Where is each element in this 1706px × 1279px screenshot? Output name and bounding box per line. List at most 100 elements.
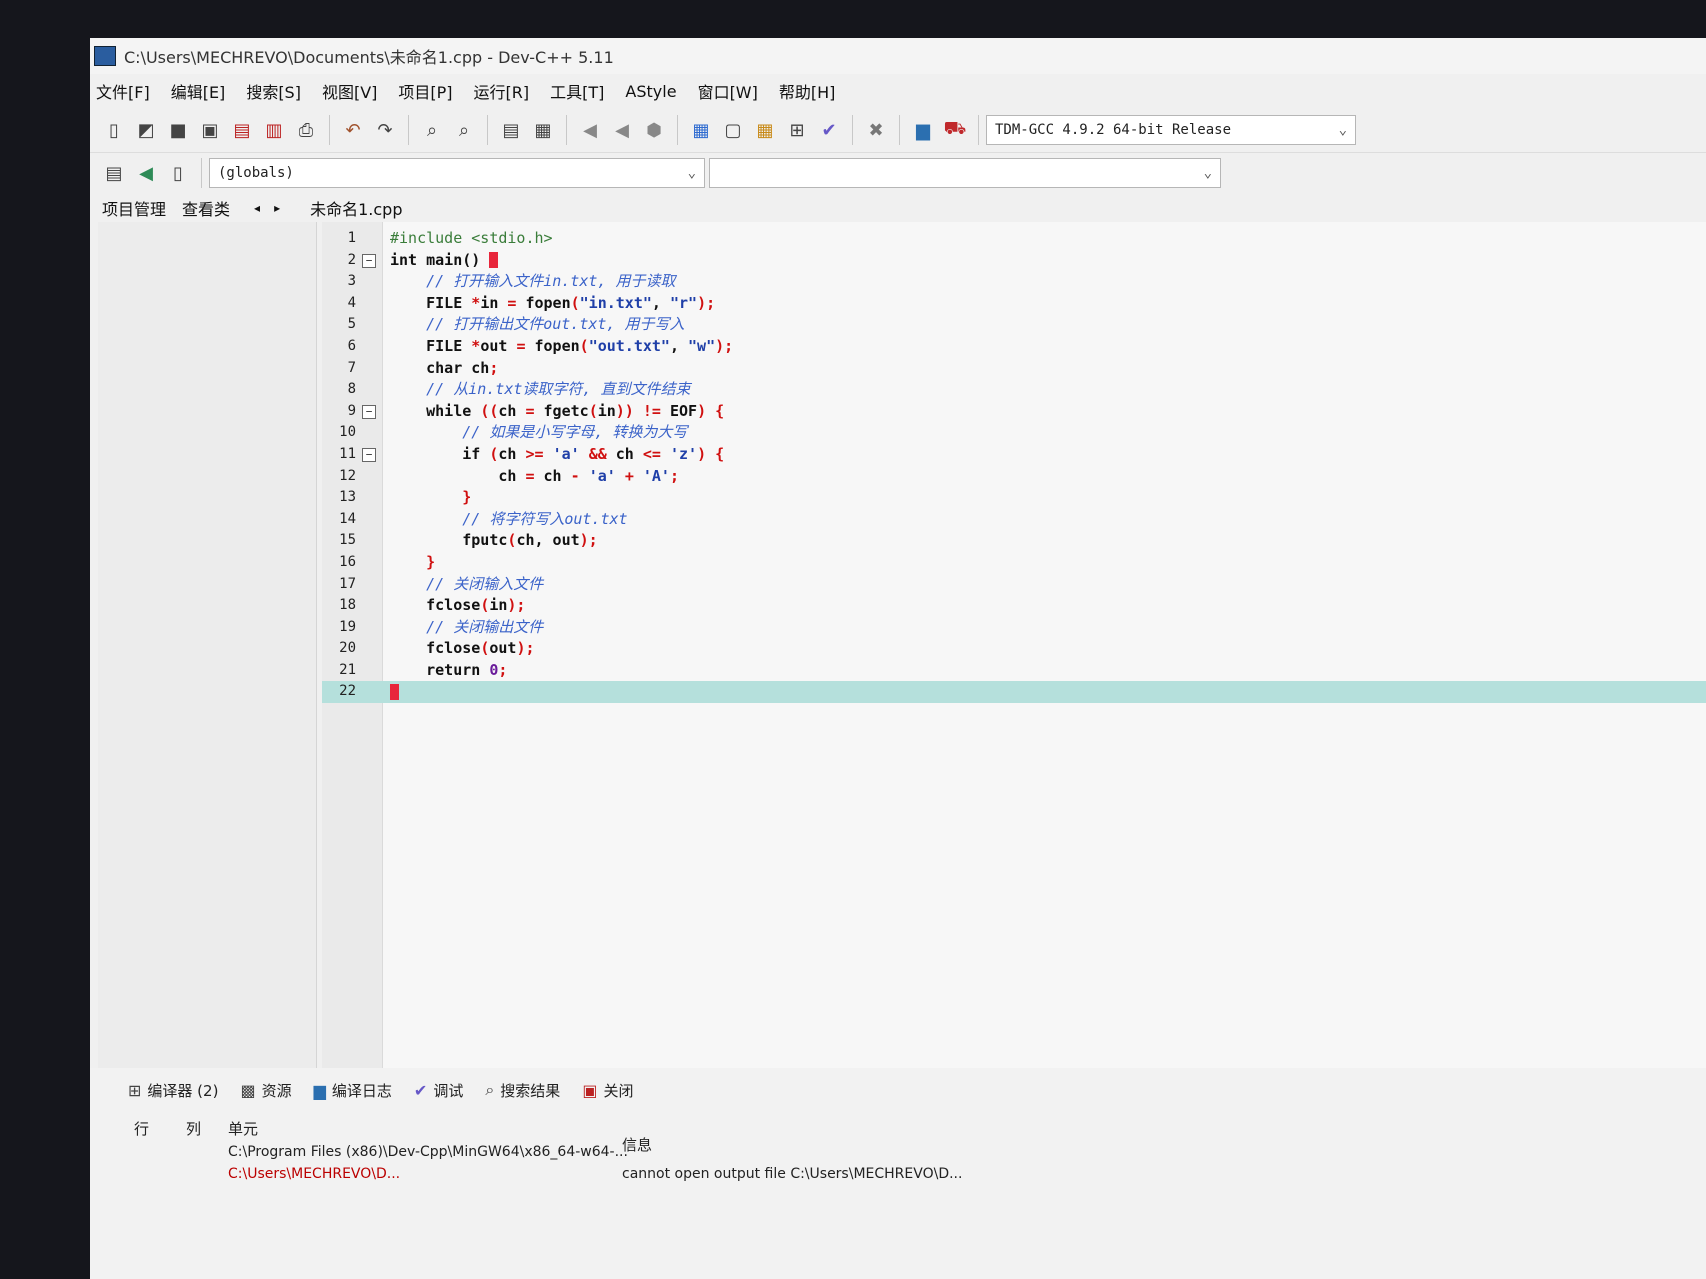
message-unit: C:\Program Files (x86)\Dev-Cpp\MinGW64\x… <box>228 1144 628 1160</box>
bookmark-icon[interactable]: ⬢ <box>641 117 667 143</box>
devcpp-window: C:\Users\MECHREVO\Documents\未命名1.cpp - D… <box>90 38 1706 1279</box>
title-bar: C:\Users\MECHREVO\Documents\未命名1.cpp - D… <box>90 38 1706 74</box>
tab-close[interactable]: ▣ 关闭 <box>582 1080 633 1101</box>
code-line: 10 // 如果是小写字母, 转换为大写 <box>322 422 1706 444</box>
new-file-icon[interactable]: ▯ <box>101 117 127 143</box>
open-file-icon[interactable]: ◩ <box>133 117 159 143</box>
stop-icon[interactable]: ✖ <box>863 117 889 143</box>
replace-icon[interactable]: ⌕ <box>451 117 477 143</box>
chevron-down-icon: ⌄ <box>687 165 696 181</box>
code-line: 15 fputc(ch, out); <box>322 530 1706 552</box>
insert-icon[interactable]: ▤ <box>101 160 127 186</box>
tab-compiler[interactable]: ⊞ 编译器 (2) <box>128 1080 218 1101</box>
code-editor[interactable]: 1 #include <stdio.h> 2− int main() 3 // 打开… <box>322 222 1706 1068</box>
chevron-down-icon: ⌄ <box>1203 165 1212 181</box>
save-icon[interactable]: ■ <box>165 117 191 143</box>
resources-icon: ▩ <box>240 1080 256 1100</box>
workspace: 1 #include <stdio.h> 2− int main() 3 // 打开… <box>90 222 1706 1068</box>
line-number: 16 <box>339 553 356 570</box>
compile-icon[interactable]: ▦ <box>688 117 714 143</box>
menu-run[interactable]: 运行[R] <box>474 79 530 103</box>
line-number: 9 <box>347 402 356 419</box>
code-line: 2− int main() <box>322 250 1706 272</box>
panel-tab-row: 项目管理 查看类 ◂ ▸ 未命名1.cpp <box>90 193 1706 223</box>
tab-search-results[interactable]: ⌕ 搜索结果 <box>485 1080 560 1101</box>
message-row[interactable]: C:\Program Files (x86)\Dev-Cpp\MinGW64\x… <box>90 1144 1706 1166</box>
menu-project[interactable]: 项目[P] <box>398 79 452 103</box>
unindent-icon[interactable]: ▦ <box>530 117 556 143</box>
line-number: 17 <box>339 575 356 592</box>
forward-icon[interactable]: ◀ <box>609 117 635 143</box>
line-number: 18 <box>339 597 356 614</box>
close-file-icon[interactable]: ▤ <box>229 117 255 143</box>
line-number: 5 <box>347 316 356 333</box>
menu-edit[interactable]: 编辑[E] <box>171 79 226 103</box>
redo-icon[interactable]: ↷ <box>372 117 398 143</box>
print-icon[interactable]: ⎙ <box>293 117 319 143</box>
code-line: 1 #include <stdio.h> <box>322 228 1706 250</box>
menu-view[interactable]: 视图[V] <box>322 79 377 103</box>
app-icon <box>94 46 116 66</box>
tab-classes[interactable]: 查看类 <box>182 196 230 220</box>
line-number: 4 <box>347 294 356 311</box>
back-icon[interactable]: ◀ <box>577 117 603 143</box>
menu-astyle[interactable]: AStyle <box>625 82 676 101</box>
debug-icon[interactable]: ⛟ <box>942 117 968 143</box>
secondary-toolbar: ▤ ◀ ▯ (globals) ⌄ ⌄ <box>90 153 1706 193</box>
close-all-icon[interactable]: ▥ <box>261 117 287 143</box>
tab-prev-arrow[interactable]: ◂ <box>254 201 260 215</box>
message-row[interactable]: C:\Users\MECHREVO\D... cannot open outpu… <box>90 1166 1706 1188</box>
scope-select[interactable]: (globals) ⌄ <box>209 158 705 188</box>
tab-search-results-label: 搜索结果 <box>500 1081 561 1100</box>
indent-icon[interactable]: ▤ <box>498 117 524 143</box>
run-icon[interactable]: ▢ <box>720 117 746 143</box>
fold-toggle[interactable]: − <box>362 253 376 268</box>
toolbar-separator <box>487 115 488 145</box>
line-number: 1 <box>347 230 356 246</box>
fold-toggle[interactable]: − <box>362 404 376 419</box>
tab-resources[interactable]: ▩ 资源 <box>240 1080 291 1101</box>
fold-toggle[interactable]: − <box>362 447 376 462</box>
compiler-select[interactable]: TDM-GCC 4.9.2 64-bit Release ⌄ <box>986 115 1356 145</box>
tab-project[interactable]: 项目管理 <box>102 196 166 220</box>
menu-search[interactable]: 搜索[S] <box>246 79 301 103</box>
message-list: C:\Program Files (x86)\Dev-Cpp\MinGW64\x… <box>90 1144 1706 1188</box>
toggle-bookmark-icon[interactable]: ◀ <box>133 160 159 186</box>
menu-tools[interactable]: 工具[T] <box>550 79 604 103</box>
code-line: 7 char ch; <box>322 358 1706 380</box>
message-headers: 行 列 单元 信息 <box>90 1112 1706 1154</box>
compile-run-icon[interactable]: ▦ <box>752 117 778 143</box>
rebuild-icon[interactable]: ⊞ <box>784 117 810 143</box>
tab-debug-label: 调试 <box>433 1081 464 1100</box>
code-line: 6 FILE *out = fopen("out.txt", "w"); <box>322 336 1706 358</box>
line-number: 21 <box>339 661 356 678</box>
goto-bookmark-icon[interactable]: ▯ <box>165 160 191 186</box>
tab-compiler-label: 编译器 (2) <box>147 1081 219 1100</box>
toolbar-separator <box>677 115 678 145</box>
menu-window[interactable]: 窗口[W] <box>698 79 758 103</box>
code-line: 16 } <box>322 552 1706 574</box>
line-number: 14 <box>339 510 356 527</box>
undo-icon[interactable]: ↶ <box>340 117 366 143</box>
line-number: 8 <box>347 381 356 398</box>
toolbar-separator <box>852 115 853 145</box>
profile-icon[interactable]: ▆ <box>910 117 936 143</box>
tab-compile-log[interactable]: ▆ 编译日志 <box>314 1080 392 1101</box>
tab-debug[interactable]: ✔ 调试 <box>414 1080 463 1101</box>
line-number: 22 <box>339 683 356 700</box>
code-line: 5 // 打开输出文件out.txt, 用于写入 <box>322 314 1706 336</box>
menu-file[interactable]: 文件[F] <box>96 79 150 103</box>
editor-file-tab[interactable]: 未命名1.cpp <box>310 196 402 220</box>
syntax-check-icon[interactable]: ✔ <box>816 117 842 143</box>
menu-help[interactable]: 帮助[H] <box>779 79 836 103</box>
tab-next-arrow[interactable]: ▸ <box>274 201 280 215</box>
menu-bar: 文件[F] 编辑[E] 搜索[S] 视图[V] 项目[P] 运行[R] 工具[T… <box>90 74 1706 108</box>
find-icon[interactable]: ⌕ <box>419 117 445 143</box>
message-panel: ⊞ 编译器 (2) ▩ 资源 ▆ 编译日志 ✔ 调试 ⌕ 搜索结果 ▣ 关闭 行 列 单元 … <box>90 1068 1706 1279</box>
member-select[interactable]: ⌄ <box>709 158 1221 188</box>
code-line: 11− if (ch >= 'a' && ch <= 'z') { <box>322 444 1706 466</box>
line-number: 13 <box>339 489 356 506</box>
code-line: 8 // 从in.txt读取字符, 直到文件结束 <box>322 379 1706 401</box>
save-all-icon[interactable]: ▣ <box>197 117 223 143</box>
code-lines: 1 #include <stdio.h> 2− int main() 3 // 打开… <box>322 228 1706 704</box>
